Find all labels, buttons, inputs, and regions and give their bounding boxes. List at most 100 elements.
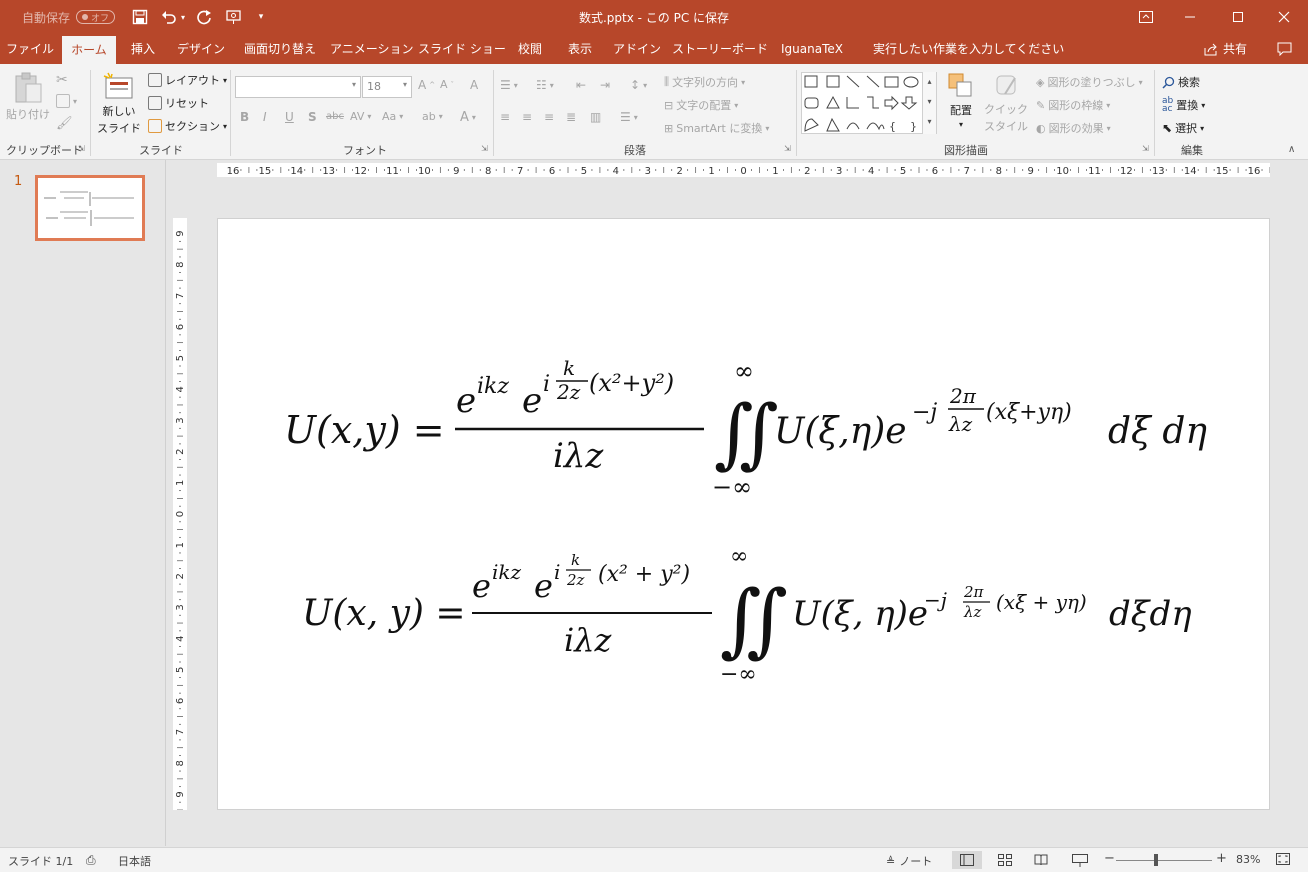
spelling-check-icon[interactable]: ⎙ bbox=[86, 853, 96, 868]
layout-button[interactable]: レイアウト ▾ bbox=[148, 72, 227, 88]
arrange-button[interactable]: 配置 ▾ bbox=[944, 72, 978, 129]
increase-indent-icon[interactable]: ⇥ bbox=[600, 78, 610, 92]
reading-view-icon[interactable] bbox=[1034, 854, 1048, 869]
horizontal-ruler[interactable]: 16 15 14 13 12 11 10 9 8 7 6 5 4 3 2 1 0 1 2 3 4 5 6 7 8 9 10 11 12 1… bbox=[217, 163, 1271, 177]
tell-me-box[interactable]: 実行したい作業を入力してください bbox=[868, 34, 1064, 64]
font-name-combo[interactable]: ▾ bbox=[235, 76, 361, 98]
tab-transitions[interactable]: 画面切り替え bbox=[238, 34, 322, 64]
zoom-level[interactable]: 83% bbox=[1236, 853, 1260, 866]
line-spacing-icon[interactable]: ↕ ▾ bbox=[630, 78, 647, 92]
zoom-slider-thumb[interactable] bbox=[1153, 854, 1158, 866]
align-text-button[interactable]: ⊟ 文字の配置 ▾ bbox=[664, 97, 738, 113]
tab-slideshow[interactable]: スライド ショー bbox=[418, 34, 506, 64]
shadow-button[interactable]: S bbox=[308, 110, 317, 124]
language-indicator[interactable]: 日本語 bbox=[118, 853, 151, 869]
undo-icon[interactable] bbox=[160, 9, 178, 25]
bold-button[interactable]: B bbox=[240, 110, 249, 124]
redo-icon[interactable] bbox=[195, 9, 213, 25]
distributed-icon[interactable]: ☰ ▾ bbox=[620, 110, 638, 124]
shape-effects-button[interactable]: ◐ 図形の効果 ▾ bbox=[1036, 120, 1111, 136]
drawing-launcher-icon[interactable]: ⇲ bbox=[1142, 144, 1149, 153]
highlight-icon[interactable]: ab ▾ bbox=[422, 110, 443, 123]
ribbon-display-options-icon[interactable] bbox=[1132, 8, 1160, 26]
grow-font-icon[interactable]: A ^ bbox=[418, 78, 435, 92]
change-case-button[interactable]: Aa ▾ bbox=[382, 110, 403, 123]
shapes-gallery[interactable]: {} bbox=[801, 72, 937, 134]
replace-button[interactable]: ab ac 置換 ▾ bbox=[1162, 97, 1205, 114]
close-icon[interactable] bbox=[1270, 8, 1298, 26]
justify-icon[interactable]: ≣ bbox=[566, 110, 576, 124]
font-color-button[interactable]: A ▾ bbox=[460, 110, 476, 125]
char-spacing-button[interactable]: AV ▾ bbox=[350, 110, 371, 123]
tab-view[interactable]: 表示 bbox=[558, 34, 602, 64]
reset-button[interactable]: リセット bbox=[148, 95, 209, 111]
shape-fill-button[interactable]: ◈ 図形の塗りつぶし ▾ bbox=[1036, 74, 1143, 90]
shape-outline-button[interactable]: ✎ 図形の枠線 ▾ bbox=[1036, 97, 1110, 113]
collapse-ribbon-icon[interactable]: ∧ bbox=[1288, 144, 1295, 155]
vertical-ruler[interactable]: 9 8 7 6 5 4 3 2 1 0 1 2 3 4 5 6 7 8 9 bbox=[173, 218, 187, 811]
tab-home[interactable]: ホーム bbox=[62, 36, 116, 64]
zoom-slider[interactable] bbox=[1116, 854, 1212, 866]
quick-styles-button[interactable]: クイック スタイル bbox=[984, 72, 1028, 134]
new-slide-button[interactable]: 新しい スライド bbox=[96, 72, 142, 136]
copy-icon[interactable]: ▾ bbox=[56, 94, 77, 108]
select-button[interactable]: ⬉ 選択 ▾ bbox=[1162, 120, 1204, 136]
start-from-beginning-icon[interactable] bbox=[224, 9, 244, 25]
clear-format-icon[interactable]: A bbox=[470, 78, 478, 92]
align-right-icon[interactable]: ≡ bbox=[544, 110, 554, 124]
numbering-icon[interactable]: ☷ ▾ bbox=[536, 78, 554, 92]
comments-icon[interactable] bbox=[1272, 34, 1296, 64]
tab-storyboard[interactable]: ストーリーボード bbox=[672, 34, 768, 64]
italic-button[interactable]: I bbox=[263, 110, 267, 124]
tab-design[interactable]: デザイン bbox=[172, 34, 230, 64]
tab-iguanatex[interactable]: IguanaTeX bbox=[774, 34, 850, 64]
find-button[interactable]: 検索 bbox=[1162, 74, 1200, 90]
equation-1[interactable]: U(x,y) = e ikz e i k 2z (x²+y²) iλz ∞ ∬ … bbox=[284, 356, 1207, 501]
autosave-switch[interactable]: オフ bbox=[76, 10, 116, 24]
undo-dropdown-icon[interactable]: ▾ bbox=[179, 12, 187, 22]
tab-review[interactable]: 校閲 bbox=[508, 34, 552, 64]
clipboard-launcher-icon[interactable]: ⇲ bbox=[78, 144, 85, 153]
share-button[interactable]: 共有 bbox=[1204, 34, 1258, 64]
text-direction-button[interactable]: ⫼ 文字列の方向 ▾ bbox=[664, 74, 745, 90]
tab-animations[interactable]: アニメーション bbox=[330, 34, 414, 64]
zoom-out-button[interactable]: − bbox=[1104, 851, 1115, 866]
slide-thumbnail[interactable] bbox=[35, 175, 145, 241]
fit-slide-icon[interactable] bbox=[1276, 853, 1290, 868]
minimize-icon[interactable] bbox=[1176, 8, 1204, 26]
notes-button[interactable]: ≜ ノート bbox=[886, 853, 932, 869]
maximize-icon[interactable] bbox=[1224, 8, 1252, 26]
align-center-icon[interactable]: ≡ bbox=[522, 110, 532, 124]
strikethrough-button[interactable]: abc bbox=[326, 111, 344, 122]
underline-button[interactable]: U bbox=[285, 110, 294, 124]
tab-addins[interactable]: アドイン bbox=[608, 34, 666, 64]
font-size-combo[interactable]: 18 ▾ bbox=[362, 76, 412, 98]
normal-view-icon[interactable] bbox=[952, 851, 982, 869]
shrink-font-icon[interactable]: Aˇ bbox=[440, 78, 454, 91]
layout-icon bbox=[148, 73, 162, 87]
format-painter-icon[interactable]: 🖌 bbox=[56, 116, 73, 131]
slideshow-icon[interactable] bbox=[1072, 854, 1088, 870]
slide-canvas[interactable]: U(x,y) = e ikz e i k 2z (x²+y²) iλz ∞ ∬ … bbox=[217, 218, 1270, 810]
slide-sorter-icon[interactable] bbox=[998, 854, 1012, 869]
paste-button[interactable]: 貼り付け bbox=[6, 72, 50, 122]
paragraph-launcher-icon[interactable]: ⇲ bbox=[784, 144, 791, 153]
tab-file[interactable]: ファイル bbox=[0, 34, 60, 64]
autosave-toggle[interactable]: 自動保存 オフ bbox=[22, 8, 116, 26]
shapes-scroll[interactable]: ▴ ▾ ▾ bbox=[922, 72, 936, 134]
font-launcher-icon[interactable]: ⇲ bbox=[481, 144, 488, 153]
align-left-icon[interactable]: ≡ bbox=[500, 110, 510, 124]
columns-icon[interactable]: ▥ bbox=[590, 110, 601, 124]
tab-insert[interactable]: 挿入 bbox=[122, 34, 164, 64]
customize-qat-icon[interactable]: ▾ bbox=[254, 10, 268, 24]
smartart-button[interactable]: ⊞ SmartArt に変換 ▾ bbox=[664, 120, 769, 136]
quick-styles-icon bbox=[996, 75, 1016, 95]
save-icon[interactable] bbox=[131, 9, 149, 25]
slide-info[interactable]: スライド 1/1 bbox=[8, 853, 73, 869]
zoom-in-button[interactable]: + bbox=[1216, 851, 1227, 866]
section-button[interactable]: セクション ▾ bbox=[148, 118, 227, 134]
cut-icon[interactable]: ✂ bbox=[56, 72, 68, 88]
bullets-icon[interactable]: ☰ ▾ bbox=[500, 78, 518, 92]
equation-2[interactable]: U(x, y) = e ikz e i k 2z (x² + y²) iλz ∞… bbox=[302, 544, 1192, 687]
decrease-indent-icon[interactable]: ⇤ bbox=[576, 78, 586, 92]
